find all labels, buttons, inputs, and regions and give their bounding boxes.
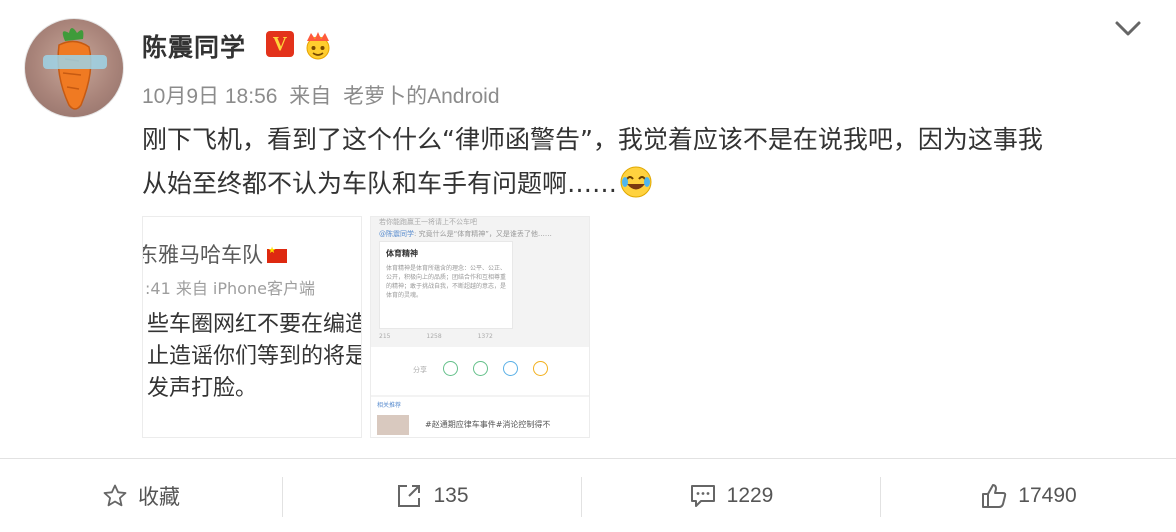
repost-button[interactable]: 135 xyxy=(283,459,581,532)
repost-count: 135 xyxy=(433,483,469,507)
thumb2-stat-like: 1372 xyxy=(477,333,493,340)
carrot-logo xyxy=(43,28,107,110)
verified-badge-icon[interactable]: V xyxy=(266,31,294,57)
thumb2-related: 相关推荐 #赵通期应律车事件#消论控制得不 xyxy=(371,397,589,437)
crown-member-icon[interactable] xyxy=(302,29,334,61)
post-text: 刚下飞机，看到了这个什么“律师函警告”，我觉着应该不是在说我吧，因为这事我 从始… xyxy=(142,118,1152,206)
thumb1-title: 东雅马哈车队 xyxy=(142,239,287,269)
thumb2-card-title: 体育精神 xyxy=(386,249,418,258)
thumb2-stat-comment: 1258 xyxy=(426,333,442,340)
thumb2-related-label: 相关推荐 xyxy=(377,402,402,409)
qq-icon xyxy=(503,361,518,376)
username[interactable]: 陈震同学 xyxy=(142,28,246,64)
thumb2-user-line: @陈震同学: 究竟什么是“体育精神”，又是谁丢了他…… xyxy=(379,229,552,239)
post-source[interactable]: 老萝卜的Android xyxy=(343,85,499,108)
thumb2-related-text: #赵通期应律车事件#消论控制得不 xyxy=(425,420,551,429)
post-date: 10月9日 18:56 xyxy=(142,85,278,108)
thumb1-line2: 止造谣你们等到的将是 xyxy=(147,344,362,369)
favorite-button[interactable]: 收藏 xyxy=(0,459,282,532)
thumb1-time: :41 xyxy=(145,279,171,298)
thumb2-user-text: : 究竟什么是“体育精神”，又是谁丢了他…… xyxy=(414,230,552,238)
post-text-line1: 刚下飞机，看到了这个什么“律师函警告”，我觉着应该不是在说我吧，因为这事我 xyxy=(142,125,1043,154)
comment-icon xyxy=(690,484,715,507)
post-text-line2-text: 从始至终都不认为车队和车手有问题啊…… xyxy=(142,169,618,198)
thumb1-line3: 发声打脸。 xyxy=(147,376,258,401)
thumb2-related-image xyxy=(377,415,409,435)
thumb2-card: 体育精神 体育精神是体育所蕴含的理念：公平、公正、公开，积极向上的品质；团结合作… xyxy=(379,241,513,329)
star-icon xyxy=(533,361,548,376)
wechat-icon xyxy=(443,361,458,376)
thumb1-meta: :41 来自 iPhone客户端 xyxy=(145,275,315,299)
thumb2-user-name: @陈震同学 xyxy=(379,230,414,238)
image-thumbnail-2[interactable]: 若你能跑赢王一将请上不公车吧 @陈震同学: 究竟什么是“体育精神”，又是谁丢了他… xyxy=(370,216,590,438)
action-bar: 收藏 135 1229 17490 xyxy=(0,459,1176,532)
post-text-line2: 从始至终都不认为车队和车手有问题啊…… xyxy=(142,162,1152,206)
thumb2-card-body: 体育精神是体育所蕴含的理念：公平、公正、公开，积极向上的品质；团结合作和互相尊重… xyxy=(386,265,507,299)
image-thumbnail-1[interactable]: 东雅马哈车队 :41 来自 iPhone客户端 些车圈网红不要在编造 止造谣你们… xyxy=(142,216,362,438)
thumbs-up-icon xyxy=(982,483,1007,508)
repost-icon xyxy=(398,484,421,507)
moments-icon xyxy=(473,361,488,376)
thumb2-top-text: 若你能跑赢王一将请上不公车吧 xyxy=(379,218,477,226)
laugh-cry-emoji-icon xyxy=(620,166,652,198)
thumb1-line1: 些车圈网红不要在编造 xyxy=(147,312,362,337)
source-prefix: 来自 xyxy=(289,85,332,108)
post-meta: 10月9日 18:56 来自 老萝卜的Android xyxy=(142,80,506,110)
like-count: 17490 xyxy=(1018,483,1077,507)
like-button[interactable]: 17490 xyxy=(881,459,1176,532)
thumb1-body: 些车圈网红不要在编造 止造谣你们等到的将是 发声打脸。 xyxy=(147,309,362,405)
avatar[interactable] xyxy=(24,18,124,118)
thumb2-share-bar: 分享 xyxy=(371,347,589,395)
thumb1-title-text: 东雅马哈车队 xyxy=(142,243,263,267)
chevron-down-icon[interactable] xyxy=(1113,18,1143,40)
thumb1-source: 来自 iPhone客户端 xyxy=(175,279,315,298)
comment-button[interactable]: 1229 xyxy=(582,459,880,532)
china-flag-icon xyxy=(267,246,287,263)
thumb2-stat-repost: 215 xyxy=(379,333,391,340)
thumb2-share-label: 分享 xyxy=(413,366,427,374)
favorite-label: 收藏 xyxy=(138,485,180,509)
comment-count: 1229 xyxy=(726,483,774,507)
star-outline-icon xyxy=(103,484,127,506)
thumb2-stats: 215 1258 1372 xyxy=(379,333,579,340)
